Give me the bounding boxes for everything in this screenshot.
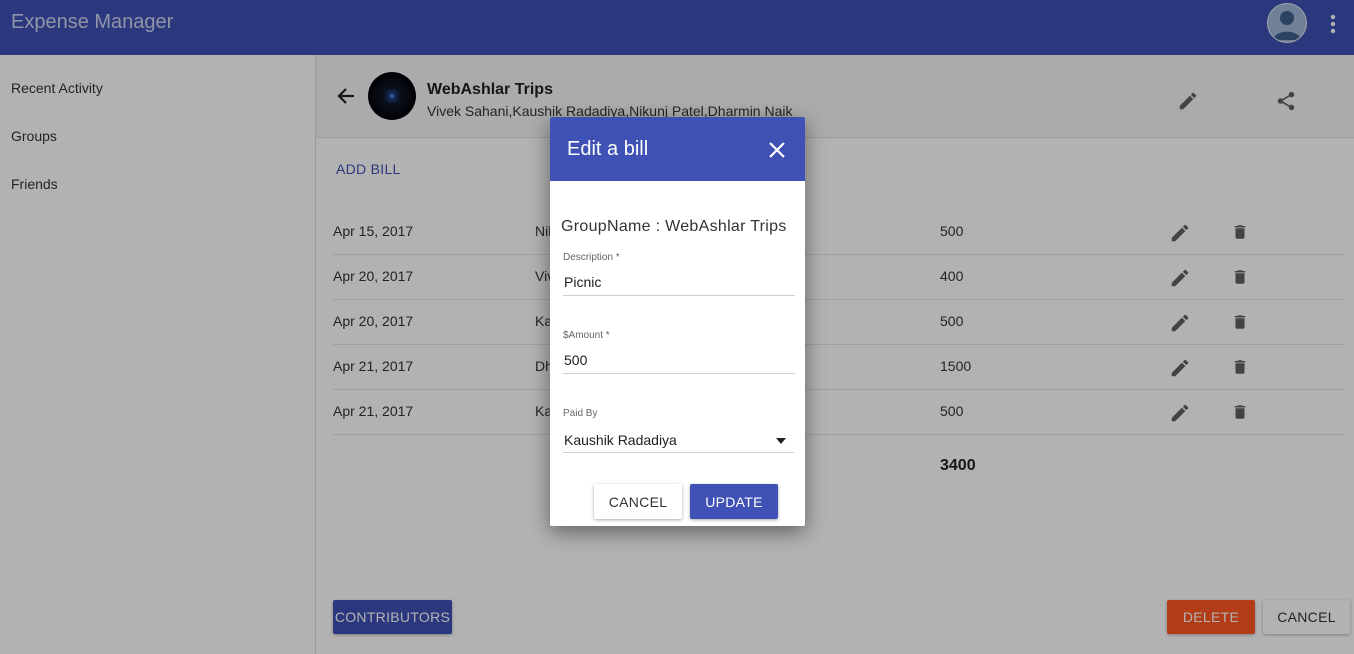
dropdown-caret-icon	[776, 438, 786, 444]
amount-input[interactable]	[563, 347, 795, 374]
close-icon[interactable]	[768, 141, 786, 159]
paid-by-select[interactable]: Kaushik Radadiya	[563, 429, 794, 453]
paid-by-value: Kaushik Radadiya	[564, 432, 677, 448]
description-label: Description *	[563, 252, 620, 263]
amount-label: $Amount *	[563, 330, 610, 341]
dialog-header: Edit a bill	[550, 117, 805, 181]
dialog-update-button[interactable]: UPDATE	[690, 484, 778, 519]
paid-by-label: Paid By	[563, 408, 598, 419]
dialog-title: Edit a bill	[567, 138, 649, 160]
edit-bill-dialog: Edit a bill GroupName : WebAshlar Trips …	[550, 117, 805, 526]
dialog-cancel-button[interactable]: CANCEL	[594, 484, 682, 519]
dialog-group-name: GroupName : WebAshlar Trips	[561, 218, 787, 235]
description-input[interactable]	[563, 269, 795, 296]
